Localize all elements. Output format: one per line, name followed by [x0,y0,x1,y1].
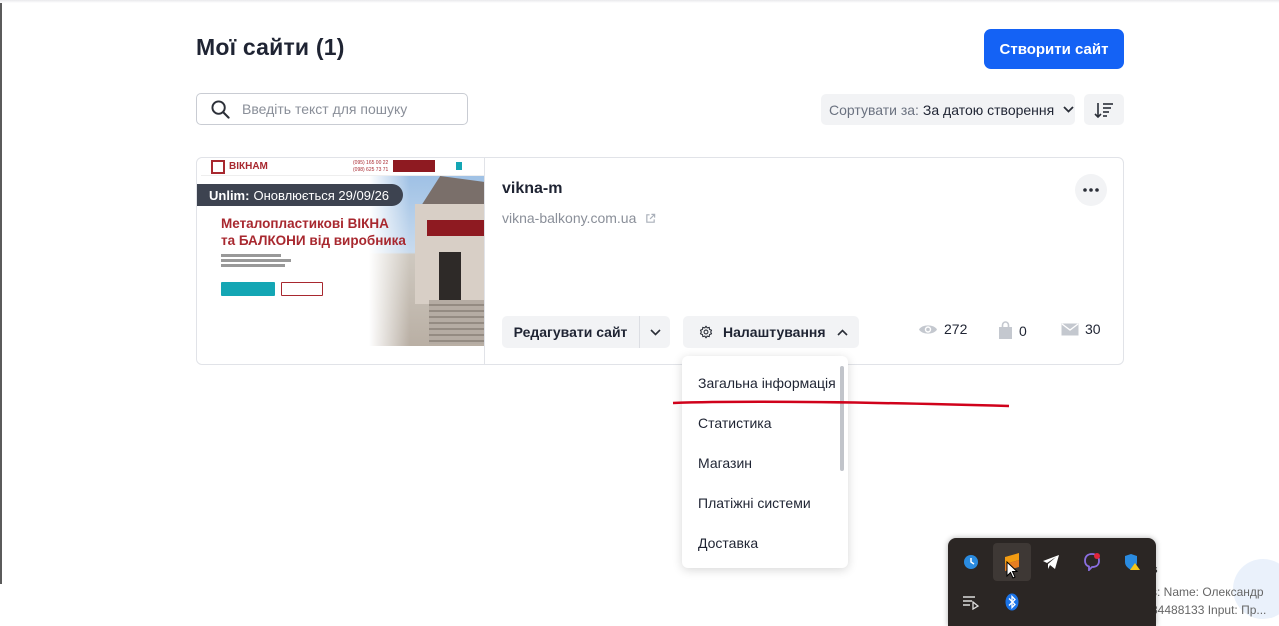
site-name[interactable]: vikna-m [502,180,562,198]
views-count: 272 [944,321,968,337]
orders-count: 0 [1019,322,1027,339]
views-stat: 272 [918,321,967,337]
thumbnail-phones: (095) 165 00 22 (098) 625 73 71 [353,160,388,174]
external-link-icon[interactable] [645,213,656,224]
page-title: Мої сайти (1) [196,34,345,60]
viber-icon[interactable] [1073,543,1111,581]
more-options-button[interactable] [1075,174,1107,206]
gear-icon [699,325,713,339]
thumbnail-phone: (098) 625 73 71 [353,167,389,173]
thumbnail-logo-icon [211,160,225,174]
plan-status: Оновлюється 29/09/26 [253,187,390,203]
bluetooth-icon[interactable] [993,583,1031,621]
menu-item-statistics[interactable]: Статистика [698,415,772,431]
messages-stat: 30 [1061,321,1101,337]
sort-direction-button[interactable] [1084,94,1124,125]
edit-options-button[interactable] [640,316,670,348]
search-box[interactable] [196,93,468,125]
orders-stat: 0 [998,321,1027,340]
headline-line: та БАЛКОНИ від виробника [221,233,406,248]
thumbnail-logo-text: ВІКНАМ [229,161,268,172]
mouse-cursor-icon [1006,561,1018,579]
sort-value: За датою створення [922,101,1055,118]
menu-scrollbar[interactable] [840,366,844,471]
create-site-button[interactable]: Створити сайт [984,29,1124,69]
thumbnail-button [221,282,275,296]
chevron-down-icon [1063,106,1074,113]
thumbnail-phone: (095) 165 00 22 [353,160,389,166]
search-input[interactable] [242,101,442,117]
clock-sync-icon[interactable] [952,543,990,581]
site-card: ВІКНАМ (095) 165 00 22 (098) 625 73 71 М… [196,157,1124,365]
thumbnail-button [281,282,323,296]
menu-item-shop[interactable]: Магазин [698,455,752,471]
site-url-link[interactable]: vikna-balkony.com.ua [502,210,656,226]
site-url[interactable]: vikna-balkony.com.ua [502,210,636,226]
system-tray-overflow [948,538,1156,626]
edit-site-button[interactable]: Редагувати сайт [502,316,640,348]
sort-dropdown[interactable]: Сортувати за: За датою створення [821,94,1075,125]
window-edge [0,0,2,584]
sort-label: Сортувати за: [829,101,919,118]
search-icon [211,99,230,119]
thumbnail-bullets [221,254,291,267]
chevron-down-icon [649,328,661,336]
thumbnail-headline: Металопластикові ВІКНА та БАЛКОНИ від ви… [221,215,421,249]
windows-security-icon[interactable] [1113,543,1151,581]
notification-line: 34488133 Input: Пр... [1151,603,1267,617]
playlist-icon[interactable] [952,583,990,621]
messages-count: 30 [1085,321,1101,337]
thumbnail-social-icon [456,162,462,170]
chevron-up-icon [836,328,848,336]
building-door [439,252,461,300]
top-divider [0,0,1279,3]
notification-toast[interactable]: s s: Name: Олександр 34488133 Input: Пр.… [1150,553,1279,626]
building-sign [427,220,484,236]
plan-name: Unlim: [209,187,250,203]
plan-badge: Unlim: Оновлюється 29/09/26 [197,184,404,206]
headline-line: Металопластикові ВІКНА [221,216,389,231]
edit-site-group: Редагувати сайт [502,316,670,348]
envelope-icon [1061,322,1079,335]
menu-item-payment-systems[interactable]: Платіжні системи [698,495,811,511]
building-steps [429,300,484,344]
menu-item-delivery[interactable]: Доставка [698,535,758,551]
eye-icon [919,324,937,334]
settings-label: Налаштування [723,324,826,340]
thumbnail-cta [393,160,435,172]
more-dots-icon [1083,188,1099,192]
settings-menu: Загальна інформація Статистика Магазин П… [682,356,848,568]
notification-line: s: Name: Олександр [1151,585,1264,599]
sort-order-icon [1094,102,1113,118]
shopping-bag-icon [999,321,1012,339]
site-thumbnail[interactable]: ВІКНАМ (095) 165 00 22 (098) 625 73 71 М… [197,158,485,364]
settings-button[interactable]: Налаштування [683,316,859,348]
menu-item-general-info[interactable]: Загальна інформація [698,375,836,391]
telegram-icon[interactable] [1032,543,1070,581]
